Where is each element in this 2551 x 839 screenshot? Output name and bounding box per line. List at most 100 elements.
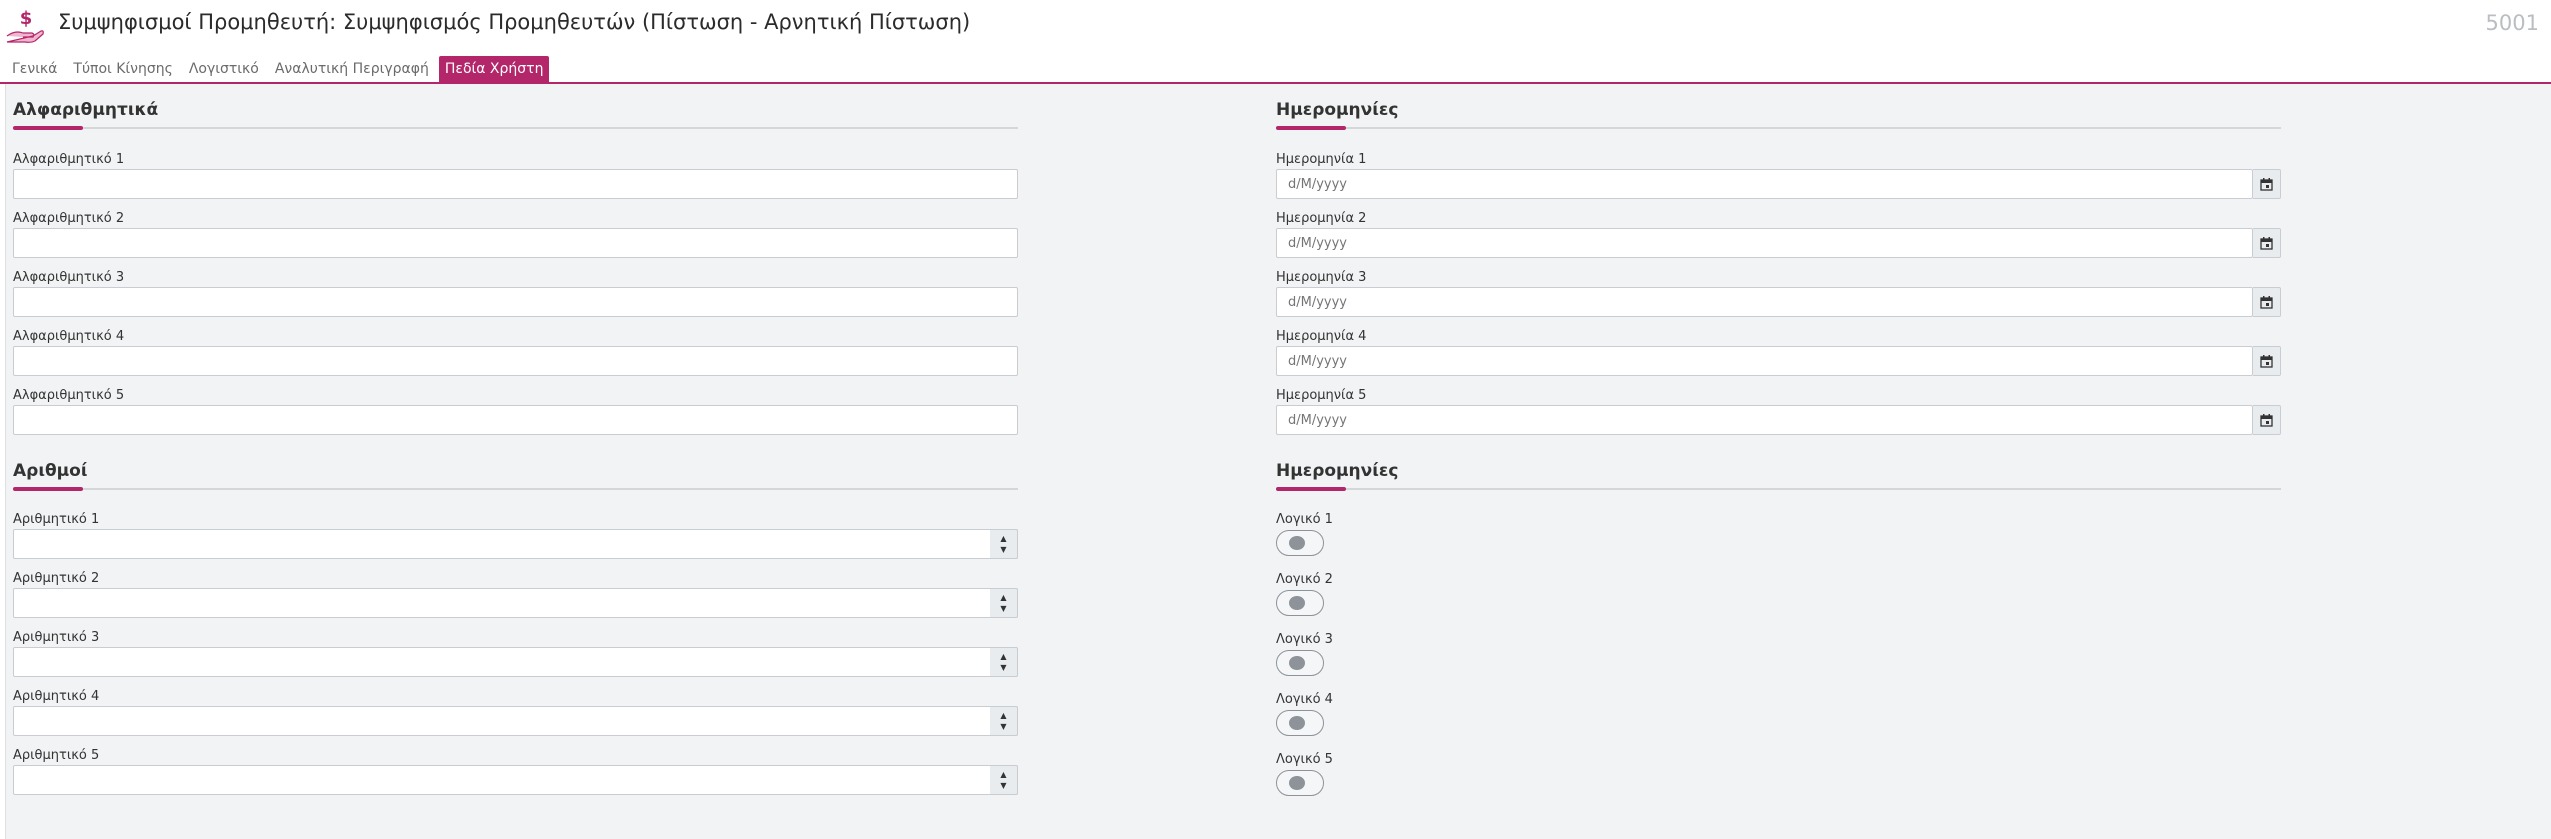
alphanumeric-field-2: Αλφαριθμητικό 2 bbox=[13, 210, 1018, 260]
number-5-input[interactable] bbox=[13, 765, 1018, 795]
field-label: Αριθμητικό 3 bbox=[13, 630, 100, 645]
section-booleans: Ημερομηνίες bbox=[1276, 459, 2281, 491]
boolean-field-2: Λογικό 2 bbox=[1276, 571, 1476, 621]
number-field-2: Αριθμητικό 2 ▲ ▼ bbox=[13, 570, 1018, 620]
spin-up-icon[interactable]: ▲ bbox=[1000, 710, 1006, 721]
field-label: Λογικό 2 bbox=[1276, 572, 1333, 587]
tab-user-fields[interactable]: Πεδία Χρήστη bbox=[438, 56, 550, 82]
section-numbers: Αριθμοί bbox=[13, 459, 1018, 491]
field-label: Λογικό 3 bbox=[1276, 632, 1333, 647]
boolean-5-toggle[interactable] bbox=[1276, 770, 1324, 796]
field-label: Λογικό 1 bbox=[1276, 512, 1333, 527]
boolean-1-toggle[interactable] bbox=[1276, 530, 1324, 556]
field-label: Αλφαριθμητικό 4 bbox=[13, 329, 125, 344]
section-title: Ημερομηνίες bbox=[1276, 100, 1399, 120]
date-4-input[interactable] bbox=[1276, 346, 2253, 376]
number-spinner[interactable]: ▲ ▼ bbox=[990, 706, 1018, 736]
number-field-3: Αριθμητικό 3 ▲ ▼ bbox=[13, 629, 1018, 679]
field-label: Ημερομηνία 5 bbox=[1276, 388, 1367, 403]
boolean-4-toggle[interactable] bbox=[1276, 710, 1324, 736]
calendar-icon bbox=[2260, 177, 2273, 191]
boolean-field-4: Λογικό 4 bbox=[1276, 691, 1476, 741]
calendar-icon bbox=[2260, 413, 2273, 427]
spin-down-icon[interactable]: ▼ bbox=[1000, 603, 1006, 614]
section-divider bbox=[1276, 487, 2281, 491]
number-field-4: Αριθμητικό 4 ▲ ▼ bbox=[13, 688, 1018, 738]
section-title: Αλφαριθμητικά bbox=[13, 100, 159, 120]
alphanumeric-3-input[interactable] bbox=[13, 287, 1018, 317]
section-alphanumeric: Αλφαριθμητικά bbox=[13, 98, 1018, 130]
date-1-input[interactable] bbox=[1276, 169, 2253, 199]
alphanumeric-field-5: Αλφαριθμητικό 5 bbox=[13, 387, 1018, 437]
section-dates: Ημερομηνίες bbox=[1276, 98, 2281, 130]
field-label: Ημερομηνία 4 bbox=[1276, 329, 1367, 344]
calendar-icon bbox=[2260, 354, 2273, 368]
alphanumeric-1-input[interactable] bbox=[13, 169, 1018, 199]
alphanumeric-field-1: Αλφαριθμητικό 1 bbox=[13, 151, 1018, 201]
spin-up-icon[interactable]: ▲ bbox=[1000, 651, 1006, 662]
boolean-field-5: Λογικό 5 bbox=[1276, 751, 1476, 801]
date-2-input[interactable] bbox=[1276, 228, 2253, 258]
svg-text:$: $ bbox=[20, 8, 33, 29]
spin-up-icon[interactable]: ▲ bbox=[1000, 592, 1006, 603]
number-spinner[interactable]: ▲ ▼ bbox=[990, 765, 1018, 795]
date-3-input[interactable] bbox=[1276, 287, 2253, 317]
number-spinner[interactable]: ▲ ▼ bbox=[990, 647, 1018, 677]
record-code: 5001 bbox=[2485, 11, 2539, 35]
boolean-3-toggle[interactable] bbox=[1276, 650, 1324, 676]
calendar-button[interactable] bbox=[2253, 228, 2281, 258]
field-label: Λογικό 5 bbox=[1276, 752, 1333, 767]
alphanumeric-field-3: Αλφαριθμητικό 3 bbox=[13, 269, 1018, 319]
alphanumeric-2-input[interactable] bbox=[13, 228, 1018, 258]
number-1-input[interactable] bbox=[13, 529, 1018, 559]
tab-bar: Γενικά Τύποι Κίνησης Λογιστικό Αναλυτική… bbox=[6, 56, 550, 82]
boolean-field-3: Λογικό 3 bbox=[1276, 631, 1476, 681]
date-field-2: Ημερομηνία 2 bbox=[1276, 210, 2281, 260]
calendar-button[interactable] bbox=[2253, 287, 2281, 317]
date-field-4: Ημερομηνία 4 bbox=[1276, 328, 2281, 378]
spin-down-icon[interactable]: ▼ bbox=[1000, 780, 1006, 791]
tab-movement-types[interactable]: Τύποι Κίνησης bbox=[67, 56, 178, 82]
number-2-input[interactable] bbox=[13, 588, 1018, 618]
boolean-2-toggle[interactable] bbox=[1276, 590, 1324, 616]
number-4-input[interactable] bbox=[13, 706, 1018, 736]
calendar-button[interactable] bbox=[2253, 169, 2281, 199]
alphanumeric-4-input[interactable] bbox=[13, 346, 1018, 376]
section-title: Ημερομηνίες bbox=[1276, 461, 1399, 481]
header: $ Συμψηφισμοί Προμηθευτή: Συμψηφισμός Πρ… bbox=[0, 0, 2551, 50]
date-field-1: Ημερομηνία 1 bbox=[1276, 151, 2281, 201]
date-field-3: Ημερομηνία 3 bbox=[1276, 269, 2281, 319]
calendar-button[interactable] bbox=[2253, 405, 2281, 435]
field-label: Αλφαριθμητικό 3 bbox=[13, 270, 125, 285]
field-label: Αριθμητικό 2 bbox=[13, 571, 100, 586]
field-label: Λογικό 4 bbox=[1276, 692, 1333, 707]
section-divider bbox=[13, 487, 1018, 491]
field-label: Αριθμητικό 1 bbox=[13, 512, 100, 527]
alphanumeric-5-input[interactable] bbox=[13, 405, 1018, 435]
spin-up-icon[interactable]: ▲ bbox=[1000, 533, 1006, 544]
section-divider bbox=[1276, 126, 2281, 130]
spin-down-icon[interactable]: ▼ bbox=[1000, 662, 1006, 673]
spin-down-icon[interactable]: ▼ bbox=[1000, 544, 1006, 555]
boolean-field-1: Λογικό 1 bbox=[1276, 511, 1476, 561]
field-label: Αλφαριθμητικό 5 bbox=[13, 388, 125, 403]
tab-detailed-description[interactable]: Αναλυτική Περιγραφή bbox=[269, 56, 435, 82]
number-field-5: Αριθμητικό 5 ▲ ▼ bbox=[13, 747, 1018, 797]
date-5-input[interactable] bbox=[1276, 405, 2253, 435]
section-title: Αριθμοί bbox=[13, 461, 88, 481]
hand-dollar-icon: $ bbox=[6, 8, 44, 43]
field-label: Ημερομηνία 3 bbox=[1276, 270, 1367, 285]
page-title: Συμψηφισμοί Προμηθευτή: Συμψηφισμός Προμ… bbox=[58, 10, 971, 34]
calendar-icon bbox=[2260, 236, 2273, 250]
number-field-1: Αριθμητικό 1 ▲ ▼ bbox=[13, 511, 1018, 561]
spin-down-icon[interactable]: ▼ bbox=[1000, 721, 1006, 732]
tab-accounting[interactable]: Λογιστικό bbox=[183, 56, 265, 82]
number-3-input[interactable] bbox=[13, 647, 1018, 677]
calendar-icon bbox=[2260, 295, 2273, 309]
tab-general[interactable]: Γενικά bbox=[6, 56, 63, 82]
number-spinner[interactable]: ▲ ▼ bbox=[990, 588, 1018, 618]
number-spinner[interactable]: ▲ ▼ bbox=[990, 529, 1018, 559]
spin-up-icon[interactable]: ▲ bbox=[1000, 769, 1006, 780]
calendar-button[interactable] bbox=[2253, 346, 2281, 376]
field-label: Αλφαριθμητικό 2 bbox=[13, 211, 125, 226]
